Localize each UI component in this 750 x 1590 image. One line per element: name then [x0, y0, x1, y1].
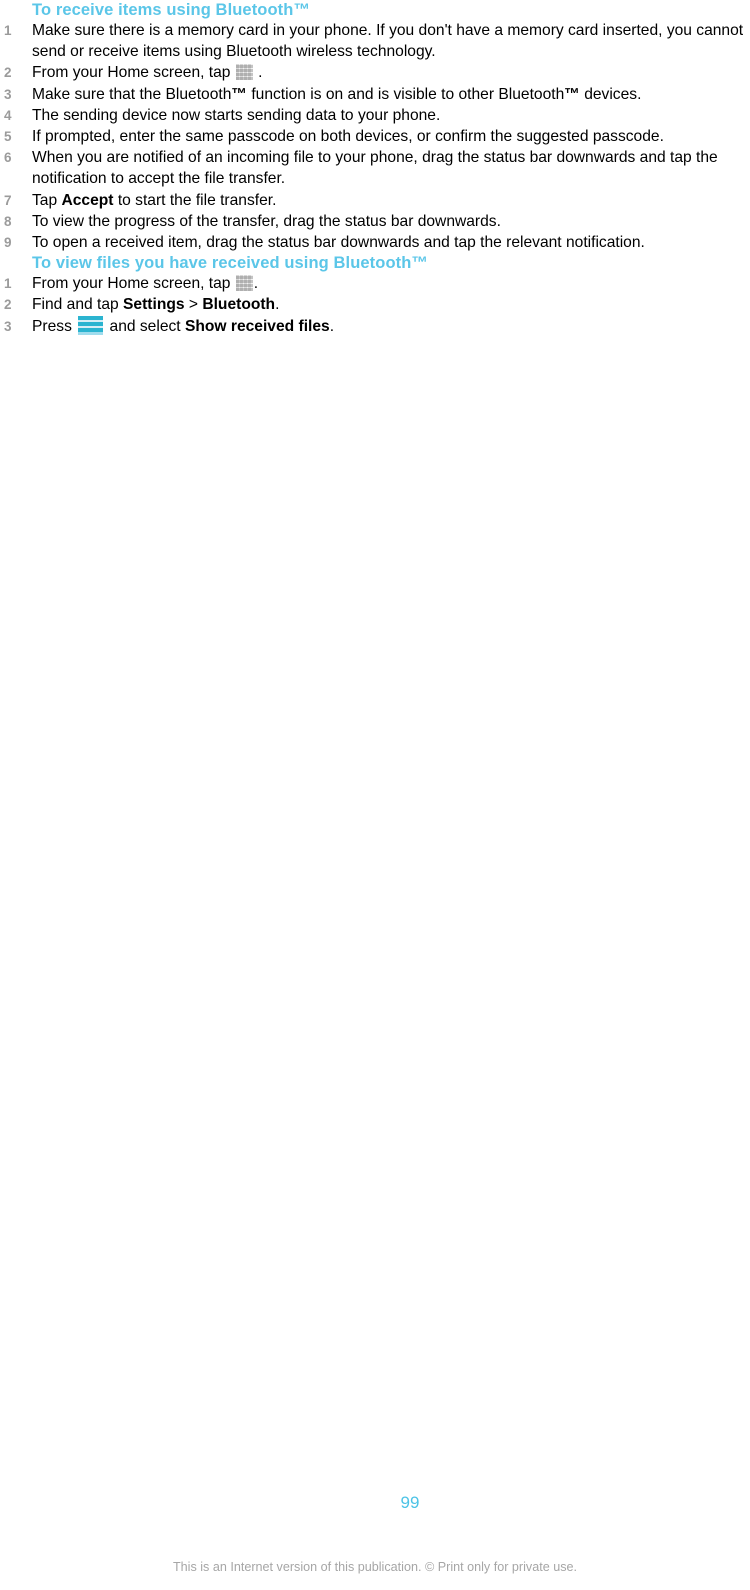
step-text-run: .: [253, 64, 263, 82]
page-content: To receive items using Bluetooth™ 1 Make …: [0, 0, 750, 337]
step-text-run: Make sure there is a memory card in your…: [32, 22, 744, 61]
step-text-run: function is on and is visible to other B…: [246, 85, 565, 103]
step-number: 2: [4, 65, 12, 81]
step-text-run: From your Home screen, tap: [32, 64, 235, 82]
step-item: 4 The sending device now starts sending d…: [0, 105, 750, 126]
step-text-emphasis: ™: [564, 85, 580, 103]
step-text: Make sure there is a memory card in your…: [32, 20, 750, 62]
step-number: 6: [4, 150, 12, 166]
step-number: 7: [4, 192, 12, 208]
menu-icon: [78, 315, 104, 335]
step-text-run: >: [184, 296, 203, 314]
step-text-run: to start the file transfer.: [113, 191, 277, 209]
app-grid-icon: [235, 64, 253, 81]
step-number: 8: [4, 213, 12, 229]
step-text-run: and select: [105, 317, 185, 335]
step-list-view-files: 1 From your Home screen, tap . 2 Find and t…: [0, 273, 750, 337]
step-text-run: The sending device now starts sending da…: [32, 106, 441, 124]
step-text-run: From your Home screen, tap: [32, 275, 235, 293]
document-page: To receive items using Bluetooth™ 1 Make …: [0, 0, 750, 1590]
step-number: 1: [4, 276, 12, 292]
footer-note: This is an Internet version of this publ…: [172, 1560, 578, 1574]
step-text-run: Tap: [32, 191, 62, 209]
step-item: 7 Tap Accept to start the file transfer.: [0, 190, 750, 211]
step-list-receive-items: 1 Make sure there is a memory card in you…: [0, 20, 750, 253]
step-item: 3 Make sure that the Bluetooth™ function …: [0, 84, 750, 105]
step-number: 2: [4, 297, 12, 313]
step-text-run: .: [275, 296, 280, 314]
step-text-run: .: [253, 275, 259, 293]
step-number: 9: [4, 235, 12, 251]
step-text-run: Find and tap: [32, 296, 124, 314]
step-text: From your Home screen, tap .: [32, 62, 750, 83]
step-number: 4: [4, 107, 12, 123]
step-text-run: To open a received item, drag the status…: [32, 234, 645, 252]
step-text-emphasis: Bluetooth: [202, 296, 276, 314]
step-text-run: When you are notified of an incoming fil…: [32, 149, 718, 188]
step-text: To open a received item, drag the status…: [32, 232, 750, 253]
step-text-run: Press: [32, 317, 77, 335]
step-item: 8 To view the progress of the transfer, d…: [0, 211, 750, 232]
step-text: The sending device now starts sending da…: [32, 105, 750, 126]
step-number: 3: [4, 86, 12, 102]
step-item: 2 From your Home screen, tap .: [0, 62, 750, 83]
step-text: To view the progress of the transfer, dr…: [32, 211, 750, 232]
step-number: 1: [4, 23, 12, 38]
step-text-emphasis: ™: [231, 85, 247, 103]
step-item: 3 Press and select Show received files.: [0, 315, 750, 337]
step-item: 1 From your Home screen, tap .: [0, 273, 750, 294]
step-text: Tap Accept to start the file transfer.: [32, 190, 750, 211]
step-text-emphasis: Settings: [123, 296, 185, 314]
step-text: If prompted, enter the same passcode on …: [32, 126, 750, 147]
step-text-run: To view the progress of the transfer, dr…: [32, 212, 501, 230]
section-heading-receive-items: To receive items using Bluetooth™: [32, 1, 311, 19]
step-item: 2 Find and tap Settings > Bluetooth.: [0, 294, 750, 315]
step-text: Find and tap Settings > Bluetooth.: [32, 294, 750, 315]
step-text-run: If prompted, enter the same passcode on …: [32, 128, 664, 146]
step-text-emphasis: Accept: [61, 191, 114, 209]
step-item: 9 To open a received item, drag the statu…: [0, 232, 750, 253]
page-number: 99: [400, 1493, 420, 1512]
step-number: 5: [4, 129, 12, 145]
step-item: 1 Make sure there is a memory card in you…: [0, 20, 750, 62]
step-text: From your Home screen, tap .: [32, 273, 750, 294]
step-text-run: Make sure that the Bluetooth: [32, 85, 232, 103]
step-text-emphasis: Show received files: [184, 317, 330, 335]
app-grid-icon: [235, 275, 253, 292]
step-text-run: .: [329, 317, 335, 335]
step-text-run: devices.: [579, 85, 642, 103]
step-number: 3: [4, 318, 12, 334]
step-item: 6 When you are notified of an incoming fi…: [0, 147, 750, 189]
step-text: Press and select Show received files.: [32, 315, 750, 337]
step-item: 5 If prompted, enter the same passcode on…: [0, 126, 750, 147]
step-text: Make sure that the Bluetooth™ function i…: [32, 84, 750, 105]
section-heading-view-files: To view files you have received using Bl…: [32, 254, 428, 273]
step-text: When you are notified of an incoming fil…: [32, 147, 750, 189]
